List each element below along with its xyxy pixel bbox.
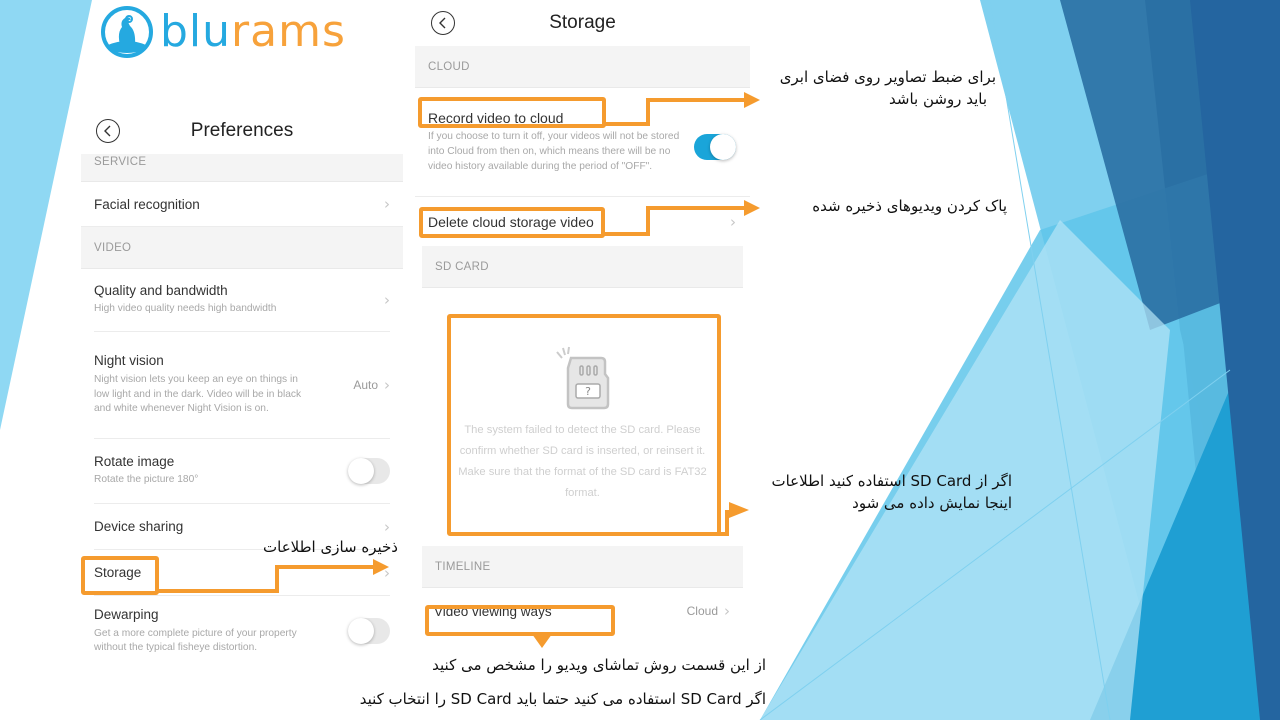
row-title: Device sharing xyxy=(94,519,184,534)
svg-text:?: ? xyxy=(585,385,591,398)
sd-card-status: ? The system failed to detect the SD car… xyxy=(415,288,750,546)
row-title: Facial recognition xyxy=(94,196,200,212)
row-title: Delete cloud storage video xyxy=(428,213,594,230)
blurams-logo: blurams xyxy=(100,4,346,60)
rotate-image-toggle[interactable] xyxy=(348,458,390,484)
chevron-right-icon: › xyxy=(384,195,390,213)
chevron-right-icon: › xyxy=(730,212,736,231)
row-subtitle: If you choose to turn it off, your video… xyxy=(428,131,680,172)
toggle-knob xyxy=(710,134,736,160)
video-viewing-value: Cloud xyxy=(686,604,718,618)
annotation-cloud-line1: برای ضبط تصاویر روی فضای ابری xyxy=(779,68,996,86)
annotation-delete: پاک کردن ویدیوهای ذخیره شده xyxy=(812,197,1007,215)
arrow-right-icon xyxy=(729,502,749,518)
logo-text-blu: blu xyxy=(160,6,232,57)
back-button[interactable] xyxy=(431,11,455,35)
row-title: Quality and bandwidth xyxy=(94,283,228,299)
page-title: Storage xyxy=(549,12,616,33)
annotation-viewing-line2: اگر SD Card استفاده می کنید حتما باید SD… xyxy=(359,690,766,708)
row-dewarping: Dewarping Get a more complete picture of… xyxy=(94,596,390,666)
arrow-right-icon xyxy=(373,559,389,575)
annotation-connector xyxy=(601,232,650,236)
preferences-header: Preferences xyxy=(81,108,403,154)
row-title: Dewarping xyxy=(94,607,159,622)
toggle-knob xyxy=(348,618,374,644)
record-to-cloud-toggle[interactable] xyxy=(694,134,736,160)
annotation-connector xyxy=(602,122,650,126)
toggle-knob xyxy=(348,458,374,484)
annotation-connector xyxy=(646,98,746,102)
section-header-cloud: CLOUD xyxy=(415,46,750,88)
annotation-viewing-line1: از این قسمت روش تماشای ویدیو را مشخص می … xyxy=(432,656,766,674)
arrow-down-icon xyxy=(532,634,552,648)
annotation-storage: ذخیره سازی اطلاعات xyxy=(263,538,398,556)
annotation-sd-line2: اینجا نمایش داده می شود xyxy=(852,494,1012,512)
night-vision-value: Auto xyxy=(353,378,378,392)
row-title: Video viewing ways xyxy=(434,603,552,619)
annotation-sd-line1: اگر از SD Card استفاده کنید اطلاعات xyxy=(771,472,1012,490)
arrow-right-icon xyxy=(744,200,760,216)
back-button[interactable] xyxy=(96,119,120,143)
dewarping-toggle[interactable] xyxy=(348,618,390,644)
annotation-connector xyxy=(646,206,746,210)
annotation-connector xyxy=(275,565,279,593)
row-delete-cloud-storage-video[interactable]: Delete cloud storage video › xyxy=(415,197,750,246)
section-header-service: SERVICE xyxy=(81,154,403,182)
row-facial-recognition[interactable]: Facial recognition › xyxy=(81,182,403,227)
row-record-video-to-cloud: Record video to cloud If you choose to t… xyxy=(415,88,750,197)
section-header-timeline: TIMELINE xyxy=(422,546,743,588)
row-night-vision[interactable]: Night vision Night vision lets you keep … xyxy=(94,332,390,439)
row-title: Rotate image xyxy=(94,454,175,470)
annotation-cloud-line2: باید روشن باشد xyxy=(889,90,987,108)
row-subtitle: Get a more complete picture of your prop… xyxy=(94,628,297,653)
row-rotate-image: Rotate image Rotate the picture 180° xyxy=(94,439,390,504)
chevron-left-icon xyxy=(439,17,446,29)
ram-logo-icon xyxy=(101,6,153,58)
storage-header: Storage xyxy=(415,0,750,46)
section-header-sd-card: SD CARD xyxy=(422,246,743,288)
logo-text-rams: rams xyxy=(231,6,346,57)
annotation-connector xyxy=(646,206,650,236)
row-subtitle: Rotate the picture 180° xyxy=(94,474,199,486)
chevron-right-icon: › xyxy=(384,291,390,309)
annotation-connector xyxy=(646,98,650,126)
chevron-right-icon: › xyxy=(384,517,390,536)
section-header-video: VIDEO xyxy=(81,227,403,269)
annotation-connector xyxy=(275,565,375,569)
chevron-right-icon: › xyxy=(724,602,730,620)
sd-card-question-icon: ? xyxy=(555,346,609,410)
chevron-right-icon: › xyxy=(384,376,390,394)
annotation-connector xyxy=(155,589,279,593)
page-title: Preferences xyxy=(190,120,294,141)
row-subtitle: High video quality needs high bandwidth xyxy=(94,303,277,315)
row-video-viewing-ways[interactable]: Video viewing ways Cloud › xyxy=(415,588,750,634)
arrow-right-icon xyxy=(744,92,760,108)
row-title: Night vision xyxy=(94,353,164,369)
chevron-left-icon xyxy=(104,125,111,137)
row-subtitle: Night vision lets you keep an eye on thi… xyxy=(94,374,302,415)
sd-card-message: The system failed to detect the SD card.… xyxy=(458,424,707,499)
row-quality-bandwidth[interactable]: Quality and bandwidth High video quality… xyxy=(94,269,390,332)
